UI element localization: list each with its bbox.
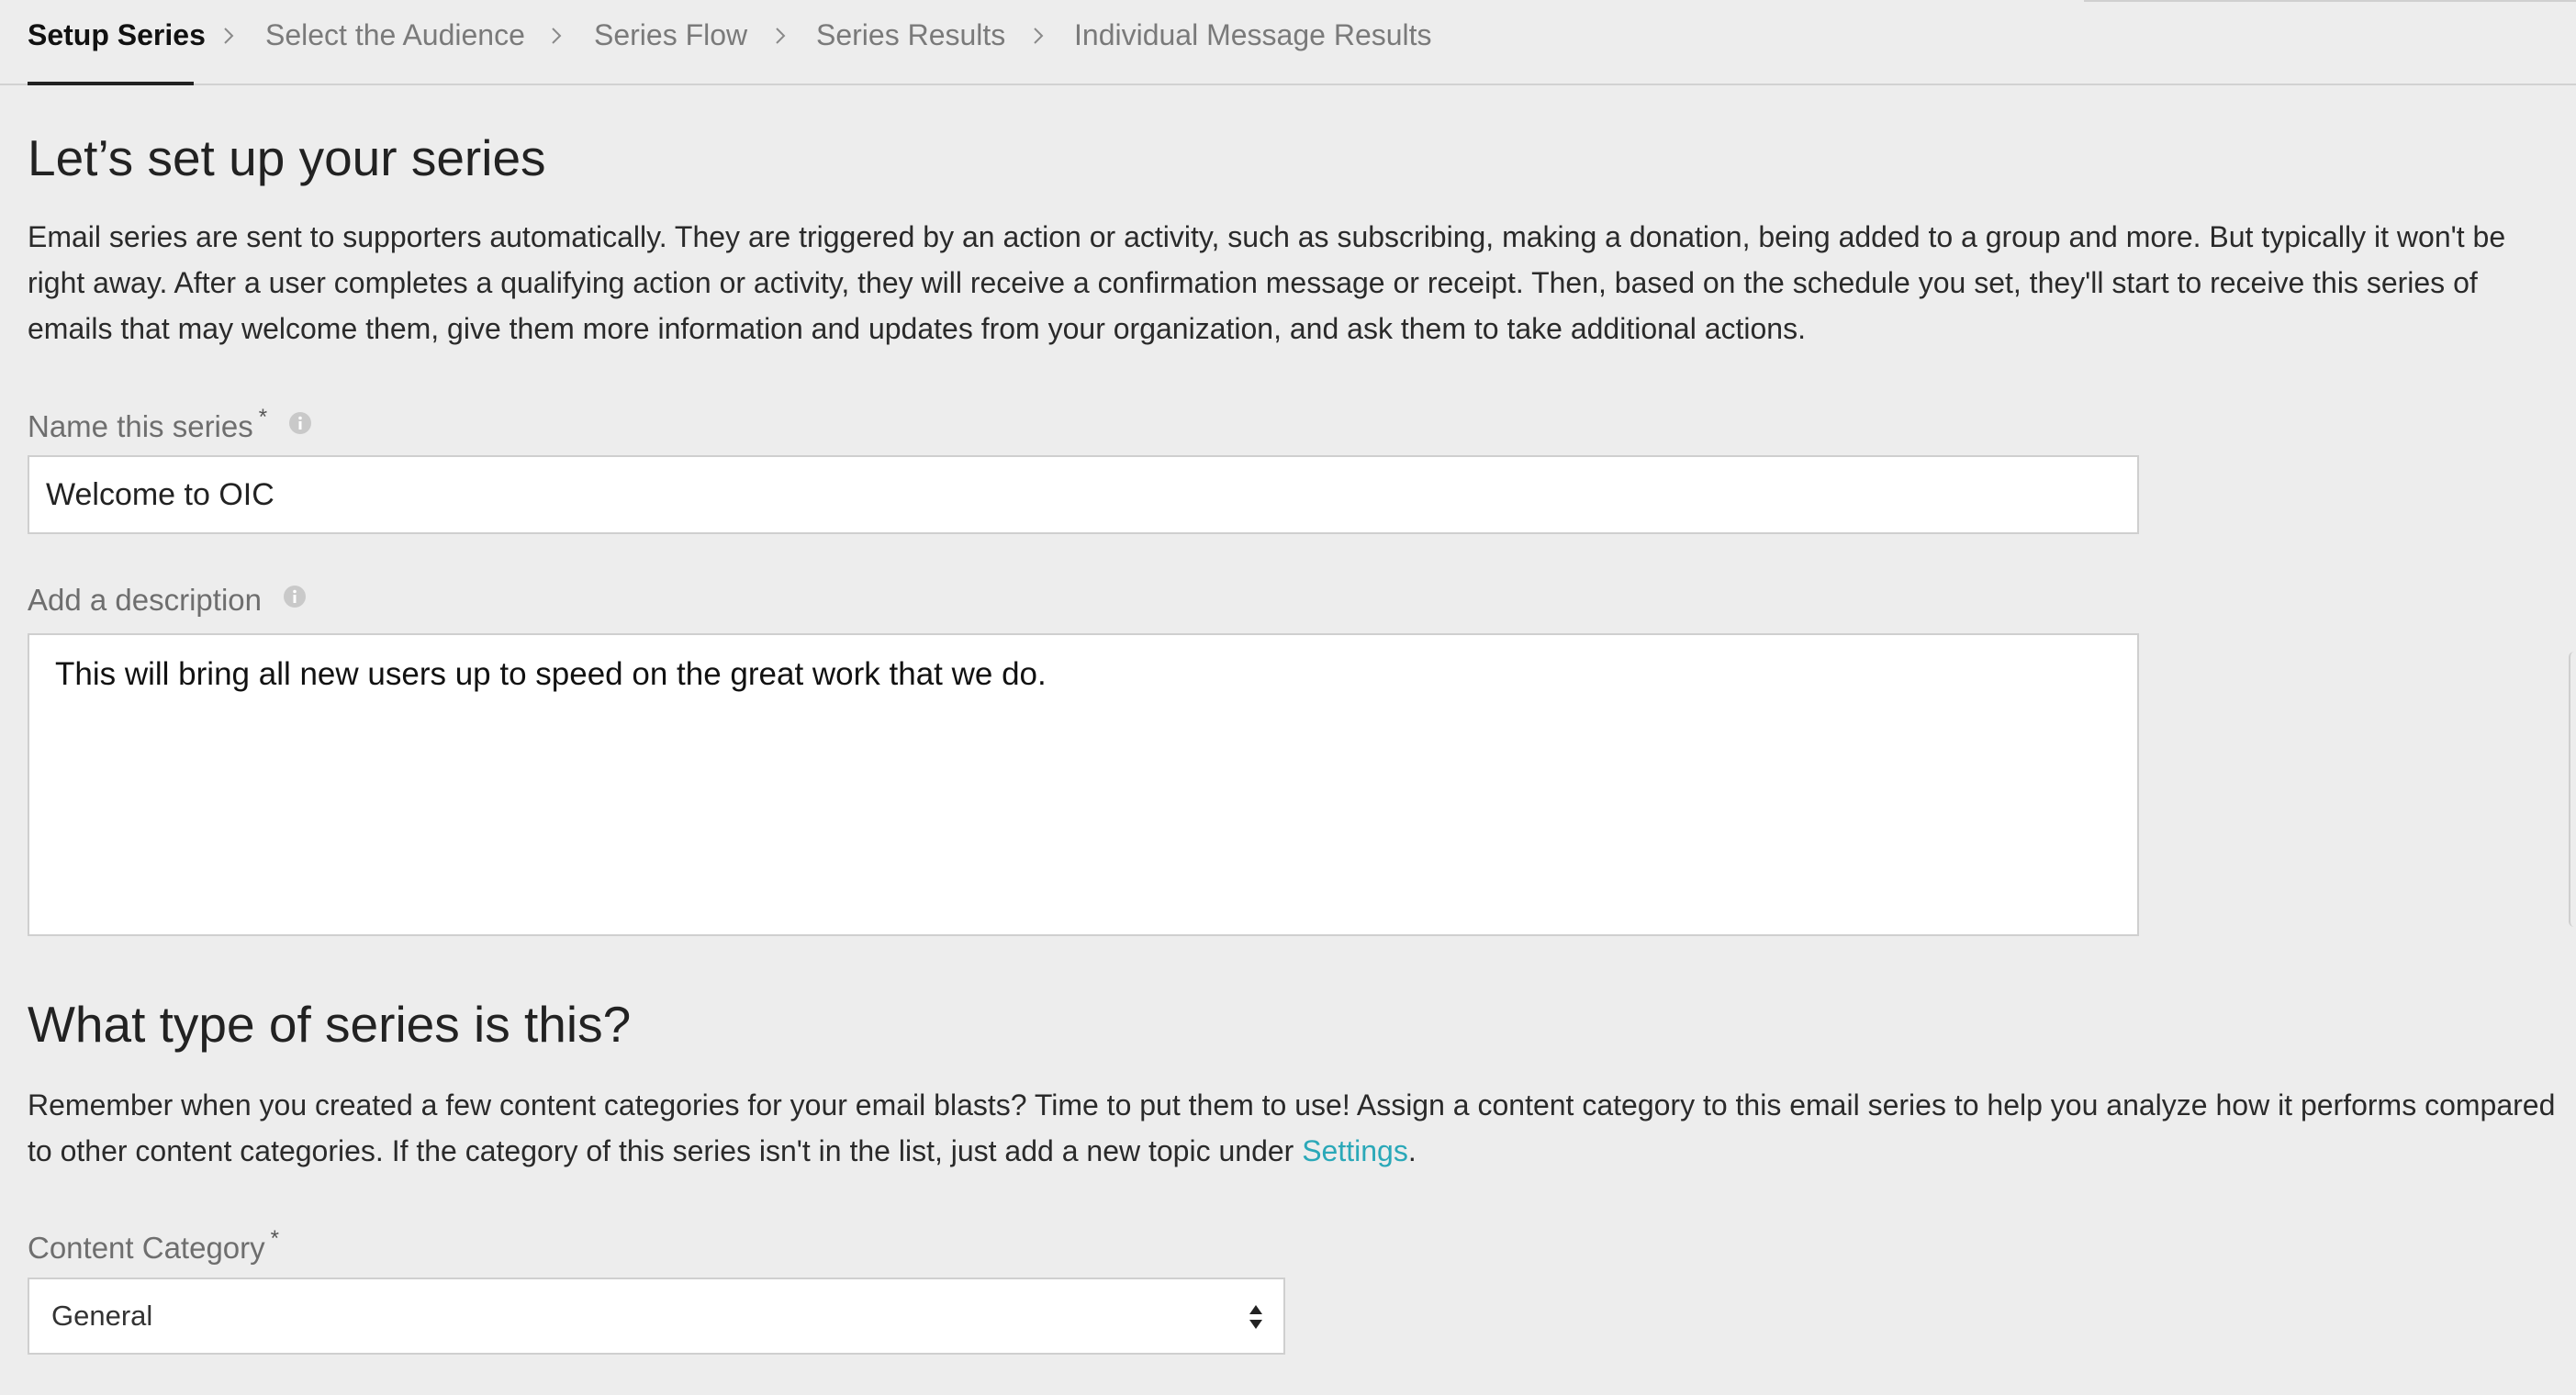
series-wizard-tabs: Setup Series Select the Audience Series …	[0, 0, 2576, 85]
info-icon[interactable]	[288, 407, 312, 442]
chevron-right-icon	[221, 22, 236, 50]
setup-title: Let’s set up your series	[28, 129, 546, 186]
name-series-label: Name this series *	[28, 405, 312, 444]
scrollbar-edge[interactable]	[2569, 652, 2576, 927]
series-description-textarea[interactable]: This will bring all new users up to spee…	[28, 633, 2139, 936]
content-category-label-text: Content Category	[28, 1231, 265, 1265]
tab-setup-series[interactable]: Setup Series	[28, 18, 206, 52]
required-marker: *	[270, 1226, 279, 1251]
info-icon[interactable]	[283, 581, 307, 616]
series-type-intro-end: .	[1407, 1134, 1417, 1167]
chevron-right-icon	[549, 22, 564, 50]
setup-intro: Email series are sent to supporters auto…	[28, 220, 2506, 345]
tab-series-results[interactable]: Series Results	[816, 18, 1005, 52]
required-marker: *	[258, 405, 268, 430]
series-type-title: What type of series is this?	[28, 996, 632, 1053]
description-label: Add a description	[28, 583, 307, 618]
series-type-intro: Remember when you created a few content …	[28, 1082, 2561, 1174]
sort-arrows-icon	[1249, 1303, 1263, 1335]
tab-select-the-audience[interactable]: Select the Audience	[265, 18, 525, 52]
series-type-intro-text: Remember when you created a few content …	[28, 1088, 2556, 1167]
chevron-right-icon	[1031, 22, 1046, 50]
description-label-text: Add a description	[28, 583, 262, 617]
content-category-label: Content Category *	[28, 1226, 279, 1266]
content-category-value: General	[51, 1300, 153, 1332]
name-series-label-text: Name this series	[28, 409, 253, 443]
chevron-right-icon	[773, 22, 788, 50]
series-name-input[interactable]	[28, 455, 2139, 534]
settings-link[interactable]: Settings	[1302, 1134, 1408, 1167]
active-tab-indicator	[28, 82, 194, 85]
tab-series-flow[interactable]: Series Flow	[594, 18, 747, 52]
content-category-select[interactable]: General	[28, 1278, 1285, 1355]
tab-individual-message-results[interactable]: Individual Message Results	[1074, 18, 1432, 52]
